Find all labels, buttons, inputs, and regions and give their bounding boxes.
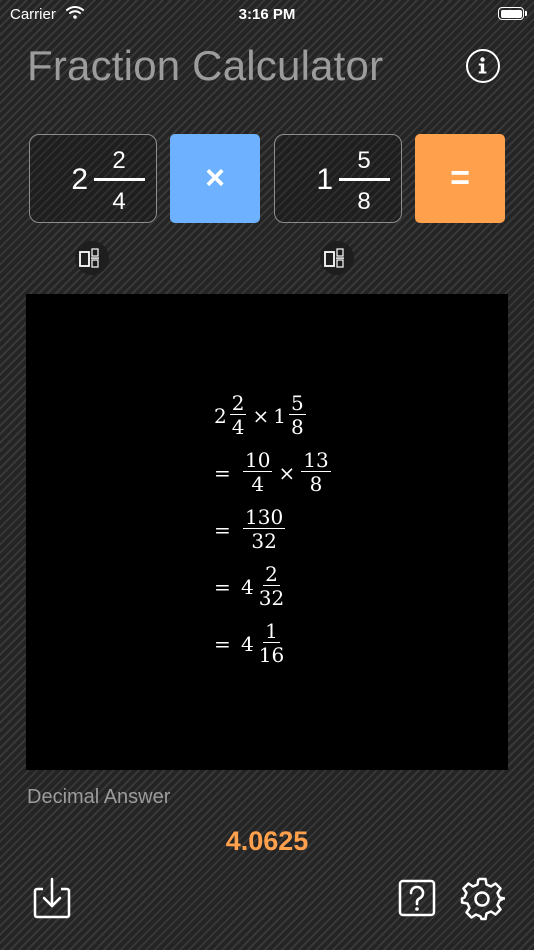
settings-button[interactable]: [459, 876, 507, 927]
solution-steps-panel: 2 24 × 1 58 = 10 4 × 13 8 = 130 32 = 4 2 32 …: [26, 294, 508, 770]
second-fraction-bar: [339, 178, 390, 181]
second-denominator: 8: [357, 188, 371, 215]
step-whole: 4: [241, 574, 254, 599]
step-fraction: 10 4: [243, 448, 273, 496]
step-row: = 10 4 × 13 8: [214, 444, 333, 501]
page-title: Fraction Calculator: [27, 42, 384, 89]
first-whole: 2: [71, 163, 88, 196]
step-numerator: 1: [263, 619, 280, 643]
step-operator: ×: [252, 403, 270, 428]
step-whole: 2: [214, 403, 227, 428]
step-denominator: 32: [251, 529, 277, 553]
step-row: = 4 2 32: [214, 558, 333, 615]
first-denominator: 4: [112, 188, 126, 215]
step-denominator: 8: [309, 472, 323, 496]
step-numerator: 5: [288, 391, 306, 415]
step-fraction: 130 32: [243, 505, 286, 553]
step-fraction: 58: [288, 391, 306, 439]
status-bar: Carrier 3:16 PM: [0, 0, 534, 30]
step-denominator: 4: [231, 415, 245, 439]
step-equals: =: [214, 517, 231, 542]
step-whole: 1: [273, 403, 286, 428]
battery-icon: [498, 7, 527, 20]
step-numerator: 10: [243, 448, 273, 472]
first-fraction-input[interactable]: 2 2 4: [29, 134, 157, 223]
step-fraction: 2 32: [257, 563, 286, 610]
first-numerator: 2: [112, 147, 126, 174]
help-icon: [398, 879, 436, 917]
step-equals: =: [214, 574, 231, 599]
second-fraction-input[interactable]: 1 5 8: [274, 134, 402, 223]
status-time: 3:16 PM: [238, 6, 296, 23]
decimal-answer-label: Decimal Answer: [27, 786, 171, 808]
mixed-fraction-toggle-icon: [79, 248, 99, 268]
step-equals: =: [214, 631, 231, 656]
step-fraction: 13 8: [301, 448, 331, 496]
step-denominator: 16: [258, 643, 285, 667]
second-mixed-toggle-button[interactable]: [320, 241, 354, 275]
info-button[interactable]: [466, 49, 500, 83]
solution-steps: 2 24 × 1 58 = 10 4 × 13 8 = 130 32 = 4 2 32 …: [214, 387, 333, 672]
step-numerator: 130: [243, 505, 286, 529]
second-whole: 1: [316, 163, 333, 196]
equals-button[interactable]: =: [415, 134, 505, 223]
step-denominator: 8: [290, 415, 304, 439]
export-icon: [33, 877, 71, 919]
step-denominator: 4: [251, 472, 265, 496]
mixed-fraction-toggle-icon: [324, 248, 344, 268]
gear-icon: [460, 877, 507, 921]
operator-button[interactable]: ×: [170, 134, 260, 223]
step-row: = 130 32: [214, 501, 333, 558]
decimal-answer-value: 4.0625: [225, 826, 309, 856]
step-numerator: 2: [263, 562, 280, 586]
first-fraction-bar: [94, 178, 145, 181]
step-denominator: 32: [258, 586, 285, 610]
help-button[interactable]: [398, 879, 436, 922]
step-fraction: 24: [229, 391, 247, 439]
step-equals: =: [214, 460, 231, 485]
step-whole: 4: [241, 631, 254, 656]
export-button[interactable]: [31, 875, 73, 926]
step-numerator: 13: [301, 448, 331, 472]
step-numerator: 2: [229, 391, 247, 415]
second-numerator: 5: [357, 147, 371, 174]
info-circle-icon: [478, 57, 487, 74]
step-row: 2 24 × 1 58: [214, 387, 333, 444]
step-operator: ×: [278, 460, 296, 485]
first-mixed-toggle-button[interactable]: [75, 241, 109, 275]
step-row: = 4 1 16: [214, 615, 333, 672]
step-fraction: 1 16: [257, 620, 286, 667]
